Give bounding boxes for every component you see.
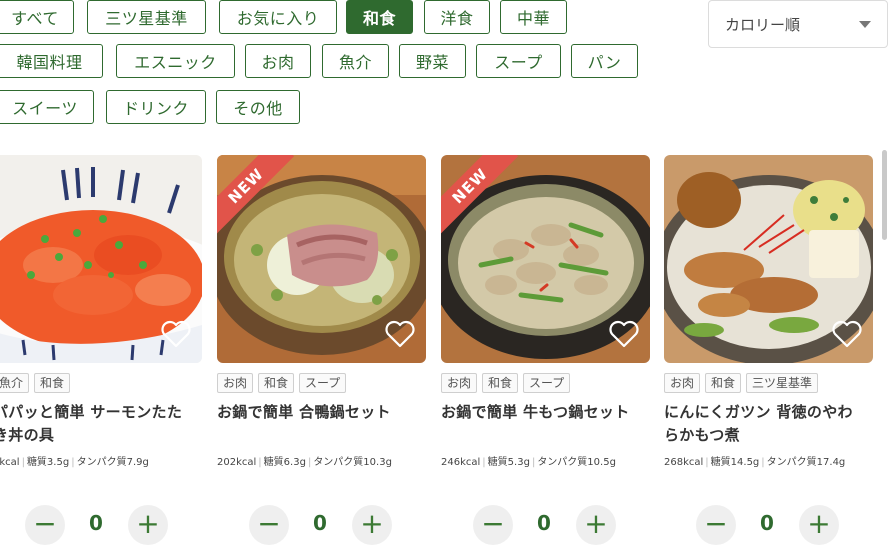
quantity-stepper: − 0 + — [664, 505, 873, 545]
nutrition-info: 246kcal | 糖質5.3g | タンパク質10.5g — [441, 457, 616, 468]
product-name[interactable]: パパッと簡単 サーモンたた き丼の具 — [0, 401, 202, 447]
product-name-line2: き丼の具 — [0, 426, 55, 444]
product-tags: 魚介 和食 — [0, 373, 202, 393]
calories: 5kcal — [0, 457, 20, 468]
product-card[interactable]: 魚介 和食 パパッと簡単 サーモンたた き丼の具 5kcal|糖質3.5g|タン… — [0, 155, 202, 468]
product-image[interactable] — [664, 155, 873, 363]
product-name-line1: パパッと簡単 サーモンたた — [0, 403, 183, 421]
tag: 和食 — [482, 373, 519, 393]
tag: 和食 — [258, 373, 295, 393]
category-chip-korean[interactable]: 韓国料理 — [0, 44, 103, 78]
favorite-heart-icon[interactable] — [160, 319, 192, 349]
product-tags: お肉 和食 スープ — [217, 373, 426, 393]
calories: 202kcal — [217, 457, 257, 468]
quantity-stepper: − 0 + — [0, 505, 202, 545]
category-chip-all[interactable]: すべて — [0, 0, 74, 34]
category-chip-favorites[interactable]: お気に入り — [219, 0, 337, 34]
carbs: 糖質14.5g — [710, 457, 760, 468]
increase-button[interactable]: + — [799, 505, 839, 545]
product-name[interactable]: にんにくガツン 背徳のやわ らかもつ煮 — [664, 401, 873, 447]
quantity-stepper: − 0 + — [441, 505, 650, 545]
tag: スープ — [523, 373, 571, 393]
nutrition-info: 5kcal|糖質3.5g|タンパク質7.9g — [0, 453, 202, 468]
category-chip-ethnic[interactable]: エスニック — [116, 44, 235, 78]
category-chip-chinese[interactable]: 中華 — [500, 0, 567, 34]
decrease-button[interactable]: − — [473, 505, 513, 545]
carbs: 糖質3.5g — [26, 457, 70, 468]
increase-button[interactable]: + — [128, 505, 168, 545]
quantity-value: 0 — [89, 511, 103, 535]
tag: 三ツ星基準 — [746, 373, 819, 393]
product-tags: お肉 和食 三ツ星基準 — [664, 373, 873, 393]
product-card[interactable]: NEW お肉 和食 スープ お鍋で簡単 牛もつ鍋セット 246kcal | 糖質5.… — [441, 155, 650, 468]
protein: タンパク質17.4g — [766, 457, 846, 468]
category-chip-sweets[interactable]: スイーツ — [0, 90, 94, 124]
product-name-line1: お鍋で簡単 合鴨鍋セット — [217, 403, 391, 421]
decrease-button[interactable]: − — [25, 505, 65, 545]
tag: お肉 — [441, 373, 478, 393]
calories: 246kcal — [441, 457, 481, 468]
increase-button[interactable]: + — [576, 505, 616, 545]
tag: 魚介 — [0, 373, 30, 393]
scrollbar[interactable] — [882, 150, 887, 240]
favorite-heart-icon[interactable] — [608, 319, 640, 349]
category-chip-meat[interactable]: お肉 — [245, 44, 311, 78]
product-tags: お肉 和食 スープ — [441, 373, 650, 393]
tag: 和食 — [34, 373, 71, 393]
category-chip-bread[interactable]: パン — [571, 44, 638, 78]
protein: タンパク質7.9g — [76, 457, 149, 468]
quantity-value: 0 — [760, 511, 774, 535]
product-name-line1: お鍋で簡単 牛もつ鍋セット — [441, 403, 630, 421]
category-chip-other[interactable]: その他 — [216, 90, 300, 124]
favorite-heart-icon[interactable] — [384, 319, 416, 349]
category-chip-drinks[interactable]: ドリンク — [106, 90, 206, 124]
tag: 和食 — [705, 373, 742, 393]
nutrition-info: 268kcal | 糖質14.5g | タンパク質17.4g — [664, 457, 846, 468]
protein: タンパク質10.5g — [537, 457, 616, 468]
sort-select[interactable]: カロリー順 — [708, 0, 888, 48]
quantity-stepper: − 0 + — [217, 505, 426, 545]
increase-button[interactable]: + — [352, 505, 392, 545]
product-image[interactable] — [0, 155, 202, 363]
quantity-value: 0 — [313, 511, 327, 535]
carbs: 糖質5.3g — [487, 457, 530, 468]
category-chip-western[interactable]: 洋食 — [424, 0, 490, 34]
tag: お肉 — [217, 373, 254, 393]
chevron-down-icon — [859, 21, 871, 28]
category-chip-seafood[interactable]: 魚介 — [322, 44, 389, 78]
product-name[interactable]: お鍋で簡単 合鴨鍋セット — [217, 401, 426, 447]
nutrition-info: 202kcal | 糖質6.3g | タンパク質10.3g — [217, 457, 392, 468]
favorite-heart-icon[interactable] — [831, 319, 863, 349]
category-chip-japanese[interactable]: 和食 — [346, 0, 413, 34]
tag: スープ — [299, 373, 347, 393]
product-card[interactable]: お肉 和食 三ツ星基準 にんにくガツン 背徳のやわ らかもつ煮 268kcal |… — [664, 155, 873, 468]
category-chip-soup[interactable]: スープ — [476, 44, 561, 78]
product-name-line2: らかもつ煮 — [664, 426, 740, 444]
category-chip-three-star[interactable]: 三ツ星基準 — [87, 0, 206, 34]
category-chip-vegetable[interactable]: 野菜 — [399, 44, 466, 78]
protein: タンパク質10.3g — [313, 457, 392, 468]
product-image[interactable]: NEW — [217, 155, 426, 363]
calories: 268kcal — [664, 457, 704, 468]
tag: お肉 — [664, 373, 701, 393]
carbs: 糖質6.3g — [263, 457, 306, 468]
decrease-button[interactable]: − — [696, 505, 736, 545]
quantity-value: 0 — [537, 511, 551, 535]
decrease-button[interactable]: − — [249, 505, 289, 545]
sort-label: カロリー順 — [725, 15, 801, 34]
product-name-line1: にんにくガツン 背徳のやわ — [664, 403, 853, 421]
product-name[interactable]: お鍋で簡単 牛もつ鍋セット — [441, 401, 650, 447]
product-card[interactable]: NEW お肉 和食 スープ お鍋で簡単 合鴨鍋セット 202kcal | 糖質6.3… — [217, 155, 426, 468]
product-image[interactable]: NEW — [441, 155, 650, 363]
